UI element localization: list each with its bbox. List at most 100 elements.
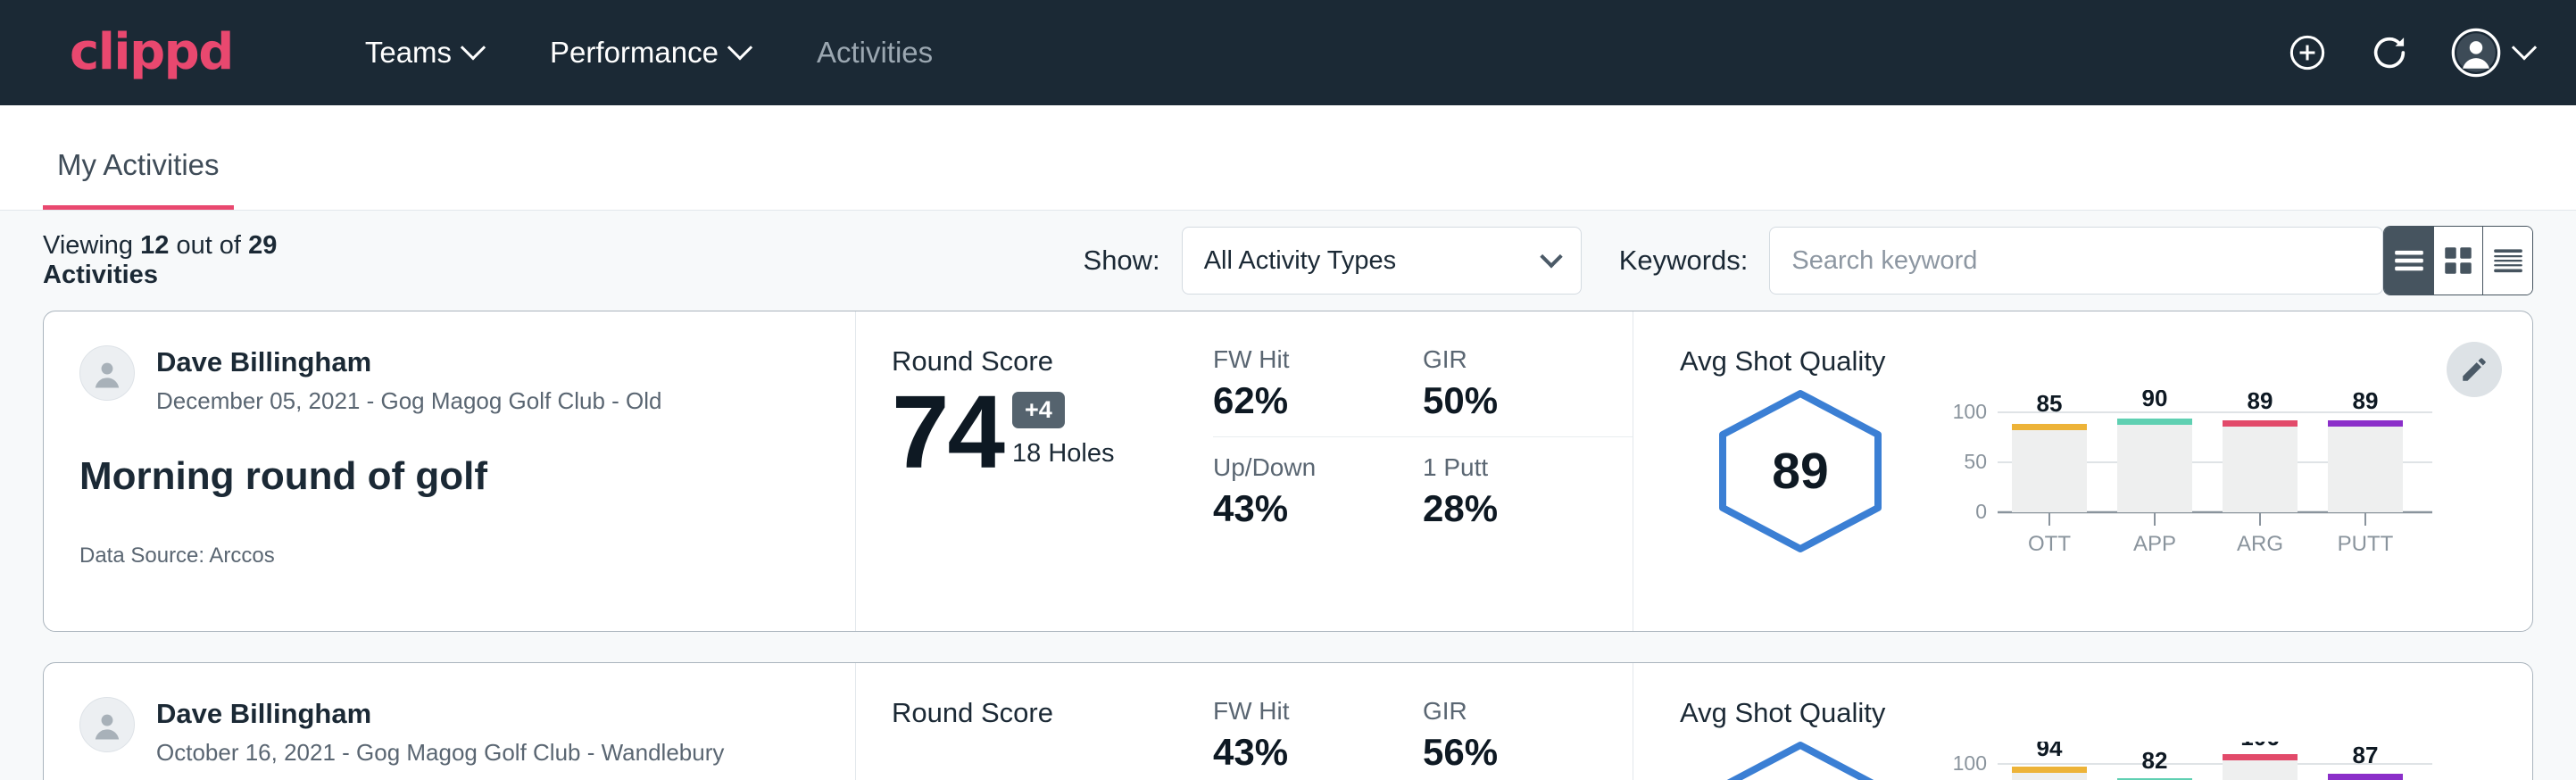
nav-item-activities-label: Activities bbox=[817, 36, 933, 70]
chevron-down-icon bbox=[727, 35, 752, 60]
page-tab-bar: My Activities bbox=[0, 105, 2576, 211]
avatar bbox=[79, 697, 135, 752]
activity-meta: October 16, 2021 - Gog Magog Golf Club -… bbox=[156, 739, 724, 767]
round-stats-section: FW Hit 43% GIR 56% bbox=[1213, 663, 1633, 780]
stat-one-putt: 1 Putt 28% bbox=[1423, 453, 1633, 544]
svg-text:APP: APP bbox=[2133, 532, 2176, 556]
chevron-down-icon bbox=[461, 35, 486, 60]
activity-card-left: Dave Billingham October 16, 2021 - Gog M… bbox=[44, 663, 856, 780]
tab-my-activities-label: My Activities bbox=[57, 148, 220, 181]
author-name: Dave Billingham bbox=[156, 697, 724, 732]
round-score-label: Round Score bbox=[892, 345, 1213, 378]
stat-fw-hit-label: FW Hit bbox=[1213, 697, 1392, 726]
svg-text:100: 100 bbox=[1953, 400, 1987, 423]
shot-quality-bar-chart: 100 50 0 94 82 106 bbox=[1946, 742, 2446, 780]
search-input-placeholder: Search keyword bbox=[1791, 246, 1977, 276]
stat-gir-value: 50% bbox=[1423, 379, 1602, 436]
stat-one-putt-label: 1 Putt bbox=[1423, 453, 1602, 482]
stat-gir: GIR 50% bbox=[1423, 345, 1633, 437]
tab-my-activities[interactable]: My Activities bbox=[43, 148, 234, 210]
viewing-suffix: Activities bbox=[43, 261, 158, 289]
stat-gir-label: GIR bbox=[1423, 697, 1602, 726]
svg-text:89: 89 bbox=[2248, 390, 2273, 414]
top-navigation-bar: clippd Teams Performance Activities bbox=[0, 0, 2576, 105]
svg-text:90: 90 bbox=[2142, 390, 2168, 411]
round-score-section: Round Score 74 +4 18 Holes bbox=[856, 311, 1213, 631]
show-label: Show: bbox=[1084, 245, 1160, 277]
author-name: Dave Billingham bbox=[156, 345, 662, 380]
svg-text:106: 106 bbox=[2240, 742, 2279, 751]
svg-text:ARG: ARG bbox=[2237, 532, 2283, 556]
stat-gir-label: GIR bbox=[1423, 345, 1602, 374]
shot-quality-bar-chart: 100 50 0 85 OTT bbox=[1946, 390, 2446, 573]
quality-hexagon: 89 bbox=[1707, 386, 1894, 556]
svg-text:94: 94 bbox=[2037, 742, 2063, 761]
main-nav-items: Teams Performance Activities bbox=[331, 36, 967, 70]
activity-data-source: Data Source: Arccos bbox=[79, 544, 855, 568]
avg-shot-quality-section: Avg Shot Quality 89 100 50 0 bbox=[1633, 311, 2532, 631]
round-stats-section: FW Hit 62% GIR 50% Up/Down 43% 1 Putt 28… bbox=[1213, 311, 1633, 631]
edit-activity-button[interactable] bbox=[2447, 342, 2502, 397]
account-avatar-icon bbox=[2451, 28, 2501, 78]
compact-view-icon[interactable] bbox=[2483, 227, 2532, 295]
nav-item-performance-label: Performance bbox=[550, 36, 719, 70]
refresh-icon[interactable] bbox=[2369, 32, 2410, 73]
svg-text:85: 85 bbox=[2037, 390, 2063, 417]
search-input[interactable]: Search keyword bbox=[1769, 227, 2383, 295]
activity-author: Dave Billingham October 16, 2021 - Gog M… bbox=[79, 697, 855, 767]
activity-author: Dave Billingham December 05, 2021 - Gog … bbox=[79, 345, 855, 415]
activity-card-left: Dave Billingham December 05, 2021 - Gog … bbox=[44, 311, 856, 631]
stat-up-down-value: 43% bbox=[1213, 487, 1392, 544]
list-view-icon[interactable] bbox=[2384, 227, 2433, 295]
svg-text:0: 0 bbox=[1975, 500, 1987, 523]
nav-item-teams[interactable]: Teams bbox=[331, 36, 516, 70]
chevron-down-icon bbox=[2512, 35, 2537, 60]
stat-gir-value: 56% bbox=[1423, 731, 1602, 780]
activity-card[interactable]: Dave Billingham December 05, 2021 - Gog … bbox=[43, 311, 2533, 632]
round-score-section: Round Score bbox=[856, 663, 1213, 780]
avg-shot-quality-label: Avg Shot Quality bbox=[1680, 345, 2532, 378]
view-mode-toggle bbox=[2383, 226, 2533, 295]
activity-type-value: All Activity Types bbox=[1204, 246, 1396, 276]
nav-item-teams-label: Teams bbox=[365, 36, 452, 70]
quality-hexagon-value: 89 bbox=[1707, 386, 1894, 556]
viewing-middle: out of bbox=[176, 231, 241, 260]
stat-up-down: Up/Down 43% bbox=[1213, 453, 1423, 544]
pencil-icon bbox=[2459, 354, 2489, 385]
stat-gir: GIR 56% bbox=[1423, 697, 1633, 780]
avg-shot-quality-label: Avg Shot Quality bbox=[1680, 697, 2532, 729]
svg-text:89: 89 bbox=[2353, 390, 2379, 414]
activity-card[interactable]: Dave Billingham October 16, 2021 - Gog M… bbox=[43, 662, 2533, 780]
svg-text:OTT: OTT bbox=[2028, 532, 2071, 556]
plus-circle-icon[interactable] bbox=[2287, 32, 2328, 73]
nav-item-performance[interactable]: Performance bbox=[516, 36, 783, 70]
quality-hexagon bbox=[1707, 738, 1894, 780]
stat-fw-hit-value: 62% bbox=[1213, 379, 1392, 436]
avatar bbox=[79, 345, 135, 401]
viewing-count-text: Viewing 12 out of 29 Activities bbox=[43, 231, 289, 290]
activity-card-list: Dave Billingham December 05, 2021 - Gog … bbox=[0, 311, 2576, 780]
stat-one-putt-value: 28% bbox=[1423, 487, 1602, 544]
stat-fw-hit-value: 43% bbox=[1213, 731, 1392, 780]
brand-logo[interactable]: clippd bbox=[70, 28, 233, 78]
avg-shot-quality-section: Avg Shot Quality 100 50 0 bbox=[1633, 663, 2532, 780]
svg-text:100: 100 bbox=[1953, 751, 1987, 775]
keywords-label: Keywords: bbox=[1619, 245, 1749, 277]
nav-right-actions bbox=[2287, 28, 2533, 78]
viewing-total: 29 bbox=[248, 231, 277, 260]
quality-hexagon-value bbox=[1707, 738, 1894, 780]
nav-item-activities[interactable]: Activities bbox=[783, 36, 967, 70]
viewing-prefix: Viewing bbox=[43, 231, 133, 260]
filter-toolbar: Viewing 12 out of 29 Activities Show: Al… bbox=[0, 211, 2576, 311]
stat-fw-hit-label: FW Hit bbox=[1213, 345, 1392, 374]
account-menu[interactable] bbox=[2451, 28, 2533, 78]
stat-fw-hit: FW Hit 62% bbox=[1213, 345, 1423, 437]
grid-view-icon[interactable] bbox=[2434, 227, 2483, 295]
round-score-value: 74 bbox=[892, 383, 1003, 481]
score-to-par-badge: +4 bbox=[1012, 392, 1065, 428]
chevron-down-icon bbox=[1540, 245, 1562, 268]
activity-type-select[interactable]: All Activity Types bbox=[1182, 227, 1582, 295]
activity-meta: December 05, 2021 - Gog Magog Golf Club … bbox=[156, 387, 662, 415]
stat-fw-hit: FW Hit 43% bbox=[1213, 697, 1423, 780]
round-score-label: Round Score bbox=[892, 697, 1213, 729]
